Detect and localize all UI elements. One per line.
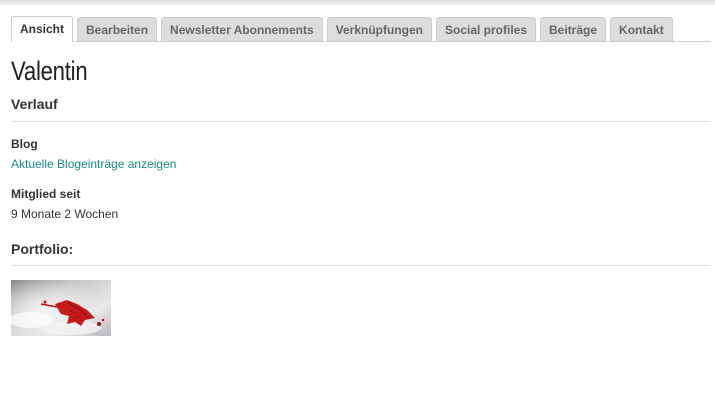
tab-verknuepfungen[interactable]: Verknüpfungen <box>326 17 432 41</box>
member-since-label: Mitglied seit <box>11 187 81 201</box>
tab-beitraege[interactable]: Beiträge <box>540 17 607 41</box>
page-title: Valentin <box>11 56 88 86</box>
top-edge-bar <box>0 0 715 5</box>
tab-bar: Ansicht Bearbeiten Newsletter Abonnement… <box>11 16 711 42</box>
blog-label: Blog <box>11 137 38 151</box>
tab-bearbeiten[interactable]: Bearbeiten <box>77 17 158 41</box>
profile-page: Ansicht Bearbeiten Newsletter Abonnement… <box>11 16 711 336</box>
tab-social-profiles[interactable]: Social profiles <box>435 17 537 41</box>
blog-entries-link[interactable]: Aktuelle Blogeinträge anzeigen <box>11 157 176 171</box>
blog-value: Aktuelle Blogeinträge anzeigen <box>11 157 711 171</box>
member-since-value: 9 Monate 2 Wochen <box>11 207 119 221</box>
tab-ansicht[interactable]: Ansicht <box>11 16 74 42</box>
portfolio-heading: Portfolio: <box>11 241 711 266</box>
tab-newsletter-abonnements[interactable]: Newsletter Abonnements <box>161 17 323 41</box>
history-heading: Verlauf <box>11 96 711 122</box>
portfolio-thumbnail-image[interactable] <box>11 280 111 336</box>
tab-kontakt[interactable]: Kontakt <box>610 17 673 41</box>
